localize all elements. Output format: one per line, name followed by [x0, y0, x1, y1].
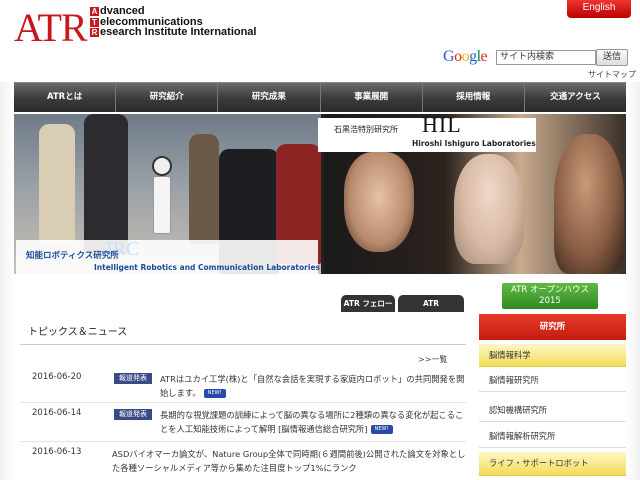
hil-abbr: HIL: [422, 112, 462, 137]
robot-figure: [149, 156, 175, 236]
nav-item-recruit[interactable]: 採用情報: [423, 83, 525, 112]
news-date: 2016-06-13: [32, 447, 82, 457]
divider: [20, 344, 466, 345]
topics-more-link[interactable]: >>一覧: [418, 354, 447, 365]
news-link[interactable]: 長期的な視覚課題の訓練によって脳の異なる場所に2種類の異なる変化が起こることを人…: [160, 408, 466, 436]
nav-item-business[interactable]: 事業展開: [321, 83, 423, 112]
left-shadow: [0, 82, 14, 480]
news-link[interactable]: ASDバイオマーカ論文が、Nature Group全体で同時期(６週間前後)公開…: [112, 447, 466, 475]
right-shadow: [626, 82, 640, 480]
labs-header: 研究所: [479, 314, 626, 340]
press-release-badge: 報道発表: [114, 373, 152, 384]
news-link[interactable]: ATRはユカイ工学(株)と「自然な会話を実現する家庭内ロボット」の共同開発を開始…: [160, 372, 466, 400]
tab-atr-newsletter[interactable]: ATR NewsLetter: [398, 295, 464, 325]
irc-jp-title: 知能ロボティクス研究所: [26, 251, 119, 261]
divider: [20, 441, 466, 442]
nav-item-research[interactable]: 研究紹介: [116, 83, 219, 112]
sidebar-item-cognitive[interactable]: 認知機構研究所: [479, 398, 626, 422]
sidebar-item-brain-info[interactable]: 脳情報研究所: [479, 368, 626, 392]
divider: [20, 402, 466, 403]
irc-en-title: Intelligent Robotics and Communication L…: [94, 263, 320, 272]
logo-initial: T: [90, 17, 99, 27]
sidebar-category-brain[interactable]: 脳情報科学: [479, 344, 626, 367]
researcher-face: [554, 134, 624, 274]
baby-robot: [454, 154, 524, 264]
sidebar-item-brain-analysis[interactable]: 脳情報解析研究所: [479, 424, 626, 448]
atr-logo[interactable]: ATR: [14, 8, 88, 48]
logo-initial: A: [90, 7, 99, 16]
nav-item-results[interactable]: 研究成果: [218, 83, 321, 112]
topics-title: トピックス＆ニュース: [28, 327, 128, 338]
tab-atr-fellow[interactable]: ATR フェロー: [341, 295, 395, 312]
logo-line: esearch Institute International: [100, 26, 257, 38]
logo-text: Advanced Telecommunications Research Ins…: [90, 6, 256, 38]
openhouse-banner[interactable]: ATR オープンハウス 2015: [502, 283, 598, 309]
logo-initial: R: [90, 28, 99, 37]
search-input[interactable]: サイト内検索: [496, 50, 596, 65]
nav-item-access[interactable]: 交通アクセス: [525, 83, 626, 112]
openhouse-title: ATR オープンハウス: [511, 285, 589, 295]
hil-en-title: Hiroshi Ishiguro Laboratories: [412, 139, 536, 148]
android-face: [344, 152, 414, 252]
nav-item-about[interactable]: ATRとは: [14, 83, 117, 112]
news-text: 長期的な視覚課題の訓練によって脳の異なる場所に2種類の異なる変化が起こることを人…: [160, 410, 464, 434]
google-logo: Google: [443, 48, 488, 65]
person-silhouette: [39, 124, 75, 244]
news-date: 2016-06-20: [32, 372, 82, 382]
press-release-badge: 報道発表: [114, 409, 152, 420]
sidebar-category-life-support[interactable]: ライフ・サポートロボット: [479, 452, 626, 476]
person-silhouette: [189, 134, 219, 244]
search-submit-button[interactable]: 送信: [596, 49, 628, 66]
new-icon: NEW!: [203, 389, 226, 398]
main-nav: ATRとは 研究紹介 研究成果 事業展開 採用情報 交通アクセス: [14, 82, 626, 112]
new-icon: NEW!: [370, 425, 393, 434]
news-date: 2016-06-14: [32, 408, 82, 418]
sitemap-link[interactable]: サイトマップ: [588, 69, 636, 80]
openhouse-year: 2015: [539, 296, 561, 306]
header: ATR Advanced Telecommunications Research…: [0, 0, 640, 82]
english-button[interactable]: English: [567, 0, 631, 18]
person-silhouette: [84, 114, 128, 254]
hil-jp-title: 石黒浩特別研究所: [334, 125, 398, 134]
